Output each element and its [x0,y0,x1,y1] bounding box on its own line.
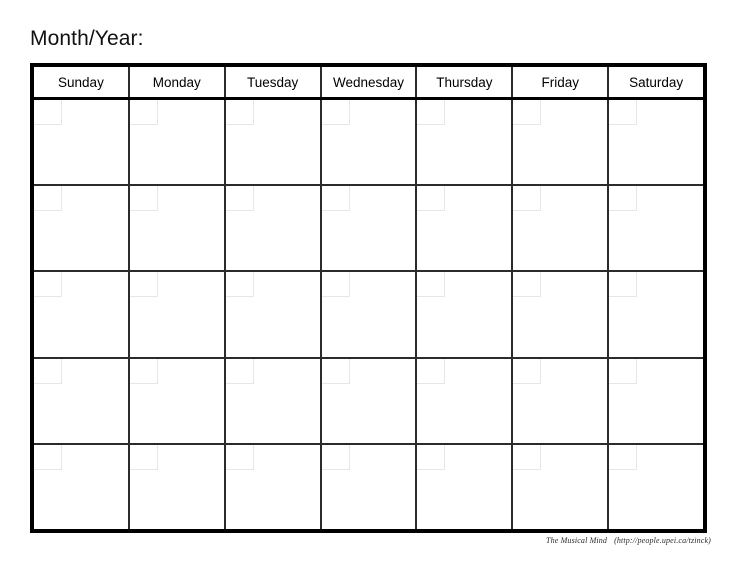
date-number-box [417,272,446,298]
date-number-box [129,100,158,125]
footer-credit-name: The Musical Mind [546,536,608,545]
calendar-week-rows [34,100,704,530]
page-title: Month/Year: [30,27,144,50]
date-number-box [609,186,638,212]
day-cell[interactable] [129,358,226,443]
weekday-label: Monday [152,74,201,90]
date-number-box [34,100,62,125]
day-cell[interactable] [609,100,704,185]
day-cell[interactable] [225,444,322,530]
weekday-label: Thursday [436,74,493,90]
calendar-page: Month/Year: Sunday Monday Tuesday Wednes… [0,0,735,568]
date-number-box [513,444,542,470]
week-row [34,358,704,445]
day-cell[interactable] [513,444,610,530]
weekday-header-tuesday: Tuesday [225,67,322,97]
weekday-header-monday: Monday [129,67,226,97]
date-number-box [417,186,446,212]
date-number-box [225,358,254,384]
date-number-box [34,358,62,384]
date-number-box [321,100,350,125]
day-cell[interactable] [129,272,226,357]
calendar-grid-inner: Sunday Monday Tuesday Wednesday Thursday… [34,67,704,530]
date-number-box [321,186,350,212]
date-number-box [129,186,158,212]
day-cell[interactable] [417,444,514,530]
weekday-header-row: Sunday Monday Tuesday Wednesday Thursday… [34,67,704,100]
day-cell[interactable] [34,444,130,530]
day-cell[interactable] [513,272,610,357]
day-cell[interactable] [225,358,322,443]
day-cell[interactable] [34,272,130,357]
week-row [34,272,704,359]
date-number-box [609,444,638,470]
day-cell[interactable] [513,358,610,443]
day-cell[interactable] [513,100,610,185]
day-cell[interactable] [417,272,514,357]
day-cell[interactable] [609,272,704,357]
weekday-label: Tuesday [247,74,299,90]
date-number-box [417,444,446,470]
date-number-box [609,358,638,384]
week-row [34,100,704,187]
date-number-box [609,272,638,298]
date-number-box [225,444,254,470]
day-cell[interactable] [129,100,226,185]
day-cell[interactable] [609,444,704,530]
day-cell[interactable] [417,358,514,443]
day-cell[interactable] [417,186,514,271]
date-number-box [513,272,542,298]
date-number-box [513,186,542,212]
day-cell[interactable] [513,186,610,271]
date-number-box [225,100,254,125]
date-number-box [609,100,638,125]
date-number-box [513,100,542,125]
weekday-header-wednesday: Wednesday [321,67,418,97]
day-cell[interactable] [321,358,418,443]
day-cell[interactable] [129,186,226,271]
weekday-label: Sunday [58,74,104,90]
calendar-grid: Sunday Monday Tuesday Wednesday Thursday… [30,63,707,533]
weekday-header-sunday: Sunday [34,67,130,97]
date-number-box [129,444,158,470]
date-number-box [417,358,446,384]
date-number-box [225,186,254,212]
week-row [34,186,704,273]
weekday-header-thursday: Thursday [417,67,514,97]
day-cell[interactable] [609,186,704,271]
day-cell[interactable] [34,358,130,443]
weekday-label: Wednesday [332,74,405,90]
footer-credit: The Musical Mind (http://people.upei.ca/t… [546,536,711,545]
weekday-label: Saturday [629,74,684,90]
date-number-box [321,358,350,384]
date-number-box [34,272,62,298]
date-number-box [225,272,254,298]
week-row [34,444,704,530]
weekday-label: Friday [541,74,579,90]
footer-credit-url: (http://people.upei.ca/tzinck) [614,536,711,545]
weekday-header-friday: Friday [513,67,610,97]
date-number-box [321,272,350,298]
date-number-box [417,100,446,125]
day-cell[interactable] [225,100,322,185]
day-cell[interactable] [225,186,322,271]
date-number-box [129,358,158,384]
day-cell[interactable] [225,272,322,357]
date-number-box [321,444,350,470]
day-cell[interactable] [321,186,418,271]
day-cell[interactable] [321,272,418,357]
day-cell[interactable] [34,186,130,271]
day-cell[interactable] [609,358,704,443]
date-number-box [129,272,158,298]
day-cell[interactable] [321,100,418,185]
date-number-box [34,186,62,212]
weekday-header-saturday: Saturday [609,67,704,97]
day-cell[interactable] [417,100,514,185]
day-cell[interactable] [34,100,130,185]
day-cell[interactable] [321,444,418,530]
date-number-box [34,444,62,470]
day-cell[interactable] [129,444,226,530]
date-number-box [513,358,542,384]
